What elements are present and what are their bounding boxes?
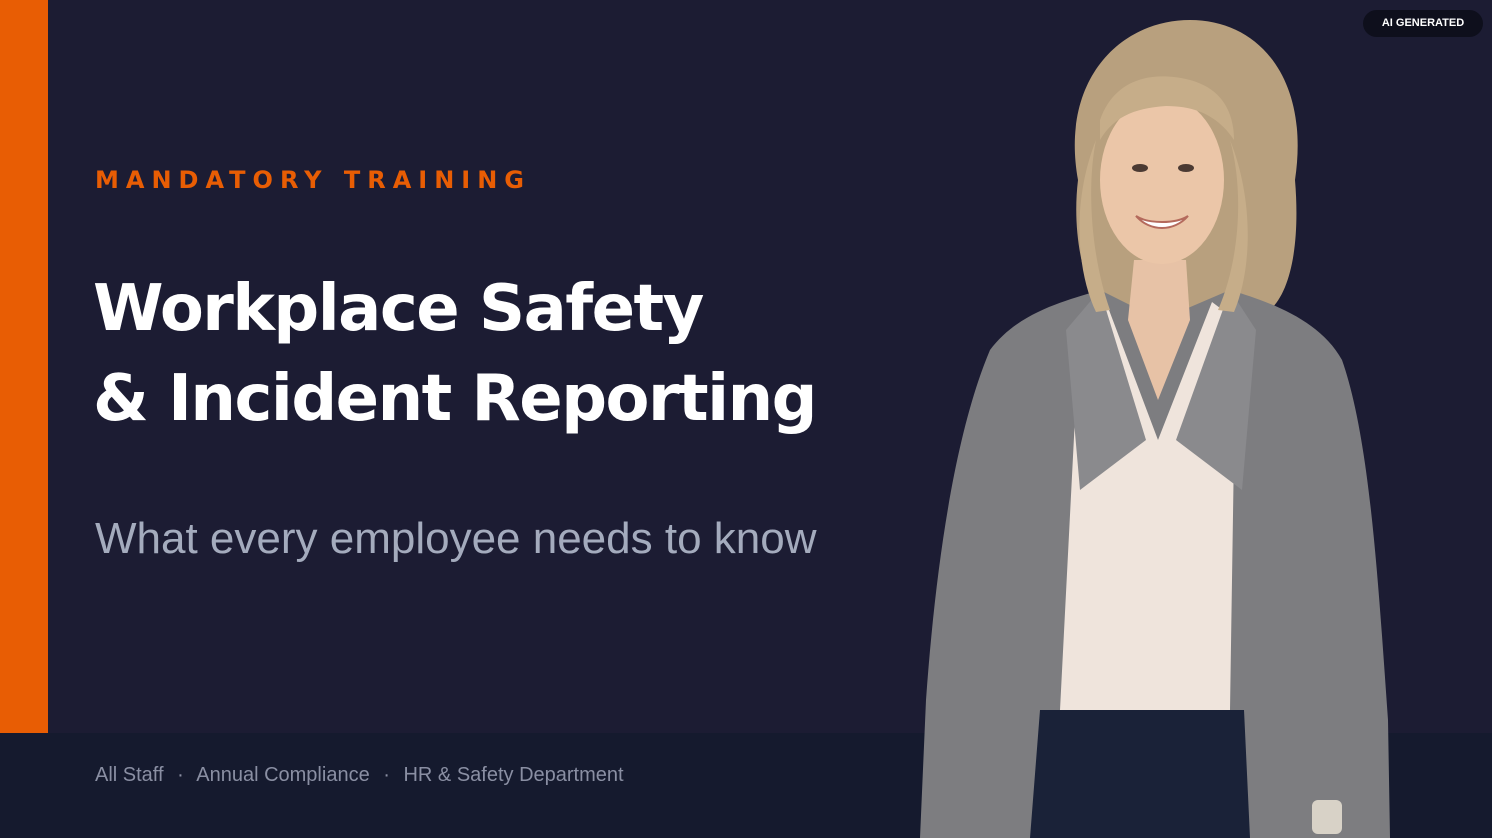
ai-generated-badge: AI GENERATED bbox=[1363, 10, 1483, 37]
footer-separator: · bbox=[177, 764, 184, 786]
footer-separator: · bbox=[383, 764, 390, 786]
accent-bar bbox=[0, 0, 48, 733]
eyebrow-label: MANDATORY TRAINING bbox=[95, 166, 532, 194]
footer-meta: All Staff · Annual Compliance · HR & Saf… bbox=[95, 764, 624, 787]
slide-title-line-1: Workplace Safety bbox=[93, 272, 704, 346]
slide-title-line-2: & Incident Reporting bbox=[93, 362, 817, 436]
slide-subtitle: What every employee needs to know bbox=[95, 514, 817, 563]
slide-title: Workplace Safety & Incident Reporting bbox=[93, 264, 817, 444]
footer-audience: All Staff bbox=[95, 764, 164, 786]
title-slide: MANDATORY TRAINING Workplace Safety & In… bbox=[0, 0, 1492, 838]
footer-cadence: Annual Compliance bbox=[196, 764, 370, 786]
footer-department: HR & Safety Department bbox=[403, 764, 624, 786]
presenter-portrait bbox=[920, 20, 1390, 838]
